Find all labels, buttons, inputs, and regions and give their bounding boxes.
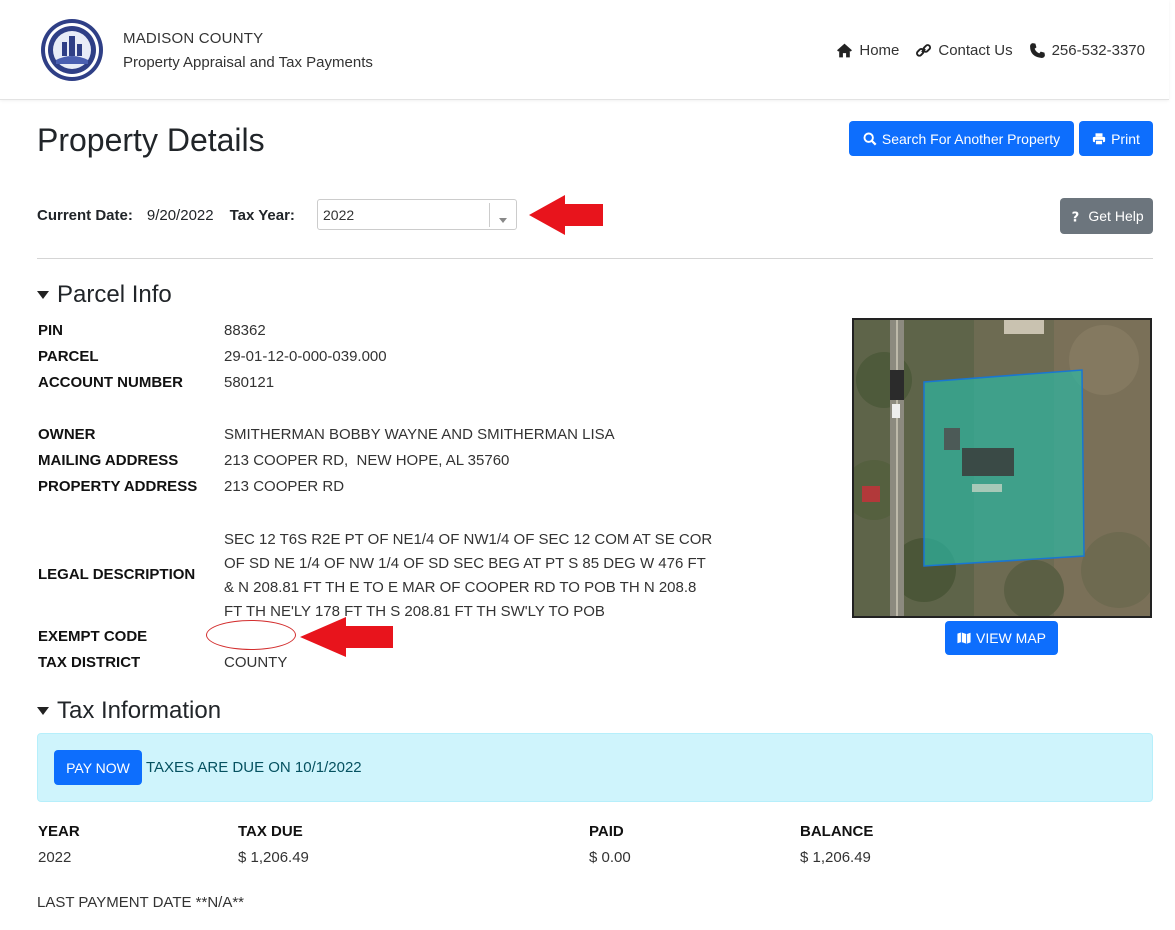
org-subtitle: Property Appraisal and Tax Payments bbox=[123, 54, 373, 71]
tax-due-header: TAX DUE bbox=[238, 823, 303, 840]
red-arrow-annotation-icon bbox=[529, 195, 603, 235]
nav-home-link[interactable]: Home bbox=[836, 42, 899, 59]
get-help-label: Get Help bbox=[1088, 208, 1144, 224]
search-button-label: Search For Another Property bbox=[881, 130, 1061, 147]
caret-down-icon bbox=[37, 707, 49, 715]
parcel-label: PARCEL bbox=[38, 348, 99, 365]
svg-text:?: ? bbox=[1072, 210, 1080, 223]
print-button[interactable]: Print bbox=[1079, 121, 1153, 156]
view-map-label: VIEW MAP bbox=[975, 630, 1046, 646]
mailing-address-value: 213 COOPER RD, NEW HOPE, AL 35760 bbox=[224, 452, 510, 469]
pin-label: PIN bbox=[38, 322, 64, 339]
legal-description-label: LEGAL DESCRIPTION bbox=[38, 566, 196, 583]
org-name: MADISON COUNTY bbox=[123, 30, 264, 47]
divider bbox=[37, 258, 1153, 259]
nav-contact-link[interactable]: Contact Us bbox=[915, 42, 1013, 59]
last-payment-date: LAST PAYMENT DATE **N/A** bbox=[37, 894, 245, 911]
view-map-button[interactable]: VIEW MAP bbox=[945, 621, 1058, 655]
tax-district-label: TAX DISTRICT bbox=[38, 654, 141, 671]
date-row: Current Date: 9/20/2022 Tax Year: bbox=[37, 207, 295, 224]
nav-phone-link[interactable]: 256-532-3370 bbox=[1029, 42, 1145, 59]
question-icon: ? bbox=[1072, 210, 1080, 223]
parcel-value: 29-01-12-0-000-039.000 bbox=[224, 348, 387, 365]
account-number-value: 580121 bbox=[224, 374, 275, 391]
top-navbar: MADISON COUNTY Property Appraisal and Ta… bbox=[0, 0, 1169, 100]
home-icon bbox=[837, 43, 853, 58]
tax-information-toggle[interactable]: Tax Information bbox=[37, 697, 221, 725]
balance-cell: $ 1,206.49 bbox=[800, 849, 871, 866]
print-icon bbox=[1092, 132, 1106, 145]
search-icon bbox=[863, 132, 877, 145]
year-header: YEAR bbox=[38, 823, 80, 840]
aerial-photo bbox=[854, 320, 1150, 616]
pay-now-label: PAY NOW bbox=[66, 759, 130, 776]
get-help-button[interactable]: ? Get Help bbox=[1060, 198, 1153, 234]
paid-header: PAID bbox=[589, 823, 624, 840]
legal-description-value: SEC 12 T6S R2E PT OF NE1/4 OF NW1/4 OF S… bbox=[224, 531, 713, 620]
exempt-code-label: EXEMPT CODE bbox=[38, 628, 148, 645]
phone-icon bbox=[1029, 43, 1045, 58]
caret-down-icon bbox=[37, 291, 49, 299]
select-divider bbox=[489, 203, 490, 227]
property-address-label: PROPERTY ADDRESS bbox=[38, 478, 198, 495]
tax-year-select[interactable]: 2022 bbox=[317, 199, 517, 230]
print-button-label: Print bbox=[1111, 130, 1140, 147]
account-number-label: ACCOUNT NUMBER bbox=[38, 374, 183, 391]
pin-value: 88362 bbox=[224, 322, 266, 339]
tax-year-label: Tax Year: bbox=[229, 207, 295, 224]
mailing-address-label: MAILING ADDRESS bbox=[38, 452, 179, 469]
red-ellipse-annotation bbox=[206, 620, 296, 650]
search-another-property-button[interactable]: Search For Another Property bbox=[849, 121, 1074, 156]
property-address-value: 213 COOPER RD bbox=[224, 478, 345, 495]
nav-phone-label: 256-532-3370 bbox=[1051, 42, 1145, 59]
parcel-info-title: Parcel Info bbox=[57, 281, 172, 308]
tax-year-selected-value: 2022 bbox=[323, 207, 355, 223]
nav-home-label: Home bbox=[859, 42, 900, 59]
balance-header: BALANCE bbox=[800, 823, 874, 840]
page-title: Property Details bbox=[37, 122, 265, 158]
tax-due-cell: $ 1,206.49 bbox=[238, 849, 309, 866]
tax-due-notice: TAXES ARE DUE ON 10/1/2022 bbox=[146, 759, 362, 776]
year-cell: 2022 bbox=[38, 849, 72, 866]
parcel-info-toggle[interactable]: Parcel Info bbox=[37, 281, 172, 309]
owner-label: OWNER bbox=[38, 426, 96, 443]
link-icon bbox=[916, 44, 932, 57]
top-nav: Home Contact Us 256-532-3370 bbox=[836, 42, 1145, 59]
owner-value: SMITHERMAN BOBBY WAYNE AND SMITHERMAN LI… bbox=[224, 426, 615, 443]
pay-now-button[interactable]: PAY NOW bbox=[54, 750, 142, 785]
current-date-label: Current Date: bbox=[37, 207, 133, 224]
paid-cell: $ 0.00 bbox=[589, 849, 631, 866]
chevron-down-icon[interactable] bbox=[499, 218, 507, 223]
current-date-value: 9/20/2022 bbox=[146, 207, 214, 224]
red-arrow-annotation-icon bbox=[300, 617, 393, 657]
tax-information-title: Tax Information bbox=[57, 697, 222, 724]
county-seal-logo[interactable] bbox=[40, 18, 104, 82]
tax-district-value: COUNTY bbox=[224, 654, 288, 671]
map-icon bbox=[957, 632, 971, 644]
nav-contact-label: Contact Us bbox=[938, 42, 1013, 59]
aerial-parcel-map[interactable] bbox=[852, 318, 1152, 618]
